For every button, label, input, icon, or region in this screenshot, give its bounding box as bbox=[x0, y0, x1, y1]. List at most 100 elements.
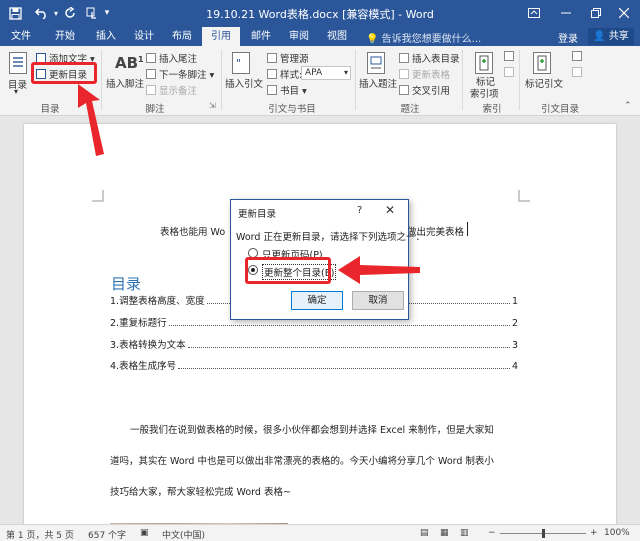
insert-caption-icon[interactable] bbox=[367, 52, 385, 74]
cross-reference-icon bbox=[399, 85, 409, 95]
ok-button[interactable]: 确定 bbox=[291, 291, 343, 310]
show-notes-label: 显示备注 bbox=[159, 86, 198, 97]
insert-footnote-label[interactable]: 插入脚注 bbox=[106, 76, 144, 90]
bibliography-button[interactable]: 书目 ▾ bbox=[267, 83, 307, 97]
footnotes-group-label: 脚注 bbox=[145, 104, 165, 115]
mark-entry-label-2[interactable]: 索引项 bbox=[470, 86, 499, 100]
margin-mark-top-right bbox=[518, 190, 530, 202]
insert-table-of-figures-button[interactable]: 插入表目录 bbox=[399, 51, 460, 65]
close-icon[interactable] bbox=[606, 0, 640, 26]
table-of-contents-icon[interactable] bbox=[9, 52, 27, 74]
manage-sources-button[interactable]: 管理源 bbox=[267, 51, 309, 65]
tab-file[interactable]: 文件 bbox=[4, 28, 38, 46]
citation-style-value: APA bbox=[305, 68, 323, 78]
zoom-in-icon[interactable]: + bbox=[590, 528, 598, 538]
help-icon[interactable]: ? bbox=[357, 205, 362, 216]
zoom-level[interactable]: 100% bbox=[604, 528, 630, 538]
read-mode-icon[interactable]: ▤ bbox=[420, 528, 429, 538]
ribbon-display-options-icon[interactable] bbox=[516, 0, 552, 26]
mark-citation-icon[interactable] bbox=[533, 52, 551, 74]
redo-icon[interactable] bbox=[62, 4, 78, 22]
undo-icon[interactable] bbox=[32, 4, 52, 22]
cancel-button[interactable]: 取消 bbox=[352, 291, 404, 310]
mark-entry-icon[interactable] bbox=[475, 52, 493, 74]
toa-refresh-icon bbox=[572, 67, 582, 77]
update-table-label: 更新表格 bbox=[412, 70, 451, 81]
toc-entry-text: 2.重复标题行 bbox=[110, 318, 167, 329]
customize-toolbar-icon[interactable]: ▾ bbox=[102, 4, 112, 22]
language[interactable]: 中文(中国) bbox=[162, 528, 205, 541]
next-footnote-label: 下一条脚注 bbox=[159, 70, 207, 81]
toc-entry-text: 1.调整表格高度、宽度 bbox=[110, 296, 205, 307]
citation-style-select[interactable]: APA ▾ bbox=[301, 66, 351, 80]
dialog-message: Word 正在更新目录，请选择下列选项之一： bbox=[236, 232, 425, 243]
document-canvas[interactable]: 表格也能用 Wo 做出完美表格 目录 1.调整表格高度、宽度 1 2.重复标题行 2… bbox=[0, 116, 640, 524]
lightbulb-icon: 💡 bbox=[366, 34, 379, 45]
tell-me-text: 告诉我您想要做什么... bbox=[381, 34, 482, 45]
index-doc-icon bbox=[504, 51, 514, 61]
word-count[interactable]: 657 个字 bbox=[88, 528, 126, 541]
tab-view[interactable]: 视图 bbox=[320, 28, 354, 46]
annotation-highlight-entire-option bbox=[245, 257, 331, 284]
tab-insert[interactable]: 插入 bbox=[89, 28, 123, 46]
touch-mode-icon[interactable] bbox=[84, 4, 100, 22]
proofing-icon[interactable]: ▣ bbox=[140, 528, 149, 538]
toc-leader bbox=[178, 368, 510, 369]
toc-dropdown-icon[interactable]: ▾ bbox=[14, 87, 18, 96]
manage-sources-label: 管理源 bbox=[280, 54, 309, 65]
insert-caption-label[interactable]: 插入题注 bbox=[359, 76, 397, 90]
insert-citation-icon[interactable]: " bbox=[232, 52, 250, 74]
sign-in-link[interactable]: 登录 bbox=[558, 30, 578, 45]
toc-entry[interactable]: 4.表格生成序号 4 bbox=[110, 358, 518, 372]
bibliography-icon bbox=[267, 85, 277, 95]
toc-entry[interactable]: 3.表格转换为文本 3 bbox=[110, 337, 518, 351]
page-count[interactable]: 第 1 页，共 5 页 bbox=[6, 528, 74, 541]
print-layout-icon[interactable]: ▦ bbox=[440, 528, 449, 538]
body-paragraph-line: 一般我们在说到做表格的时候，很多小伙伴都会想到并选择 Excel 来制作，但是大… bbox=[130, 425, 494, 436]
tab-references[interactable]: 引用 bbox=[202, 27, 240, 46]
tab-review[interactable]: 审阅 bbox=[282, 28, 316, 46]
update-table-button[interactable]: 更新表格 bbox=[399, 67, 450, 81]
next-footnote-icon bbox=[146, 69, 156, 79]
tab-layout[interactable]: 布局 bbox=[165, 28, 199, 46]
citations-group-label: 引文与书目 bbox=[268, 104, 316, 115]
mark-citation-label[interactable]: 标记引文 bbox=[525, 76, 563, 90]
body-paragraph-line: 技巧给大家，帮大家轻松完成 Word 表格~ bbox=[110, 487, 291, 498]
style-icon bbox=[267, 69, 277, 79]
index-refresh-icon bbox=[504, 67, 514, 77]
document-page[interactable]: 表格也能用 Wo 做出完美表格 目录 1.调整表格高度、宽度 1 2.重复标题行 2… bbox=[24, 124, 616, 524]
tab-home[interactable]: 开始 bbox=[48, 28, 82, 46]
annotation-arrow-left bbox=[338, 256, 420, 284]
show-notes-button[interactable]: 显示备注 bbox=[146, 83, 197, 97]
next-footnote-button[interactable]: 下一条脚注 ▾ bbox=[146, 67, 214, 81]
table-of-figures-icon bbox=[399, 53, 409, 63]
group-divider bbox=[519, 50, 520, 110]
text-cursor bbox=[467, 222, 468, 236]
zoom-out-icon[interactable]: − bbox=[488, 528, 496, 538]
zoom-slider-thumb[interactable] bbox=[542, 529, 545, 538]
insert-toa-icon[interactable] bbox=[572, 51, 585, 63]
update-index-icon[interactable] bbox=[504, 67, 517, 79]
undo-dropdown-icon[interactable]: ▾ bbox=[51, 4, 61, 22]
update-toa-icon[interactable] bbox=[572, 67, 585, 79]
insert-endnote-button[interactable]: 插入尾注 bbox=[146, 51, 197, 65]
close-icon[interactable]: ✕ bbox=[385, 203, 395, 217]
tab-design[interactable]: 设计 bbox=[127, 28, 161, 46]
tab-mailings[interactable]: 邮件 bbox=[244, 28, 278, 46]
toa-doc-icon bbox=[572, 51, 582, 61]
group-divider bbox=[462, 50, 463, 110]
insert-citation-label[interactable]: 插入引文 bbox=[225, 76, 263, 90]
collapse-ribbon-icon[interactable]: ⌃ bbox=[624, 101, 632, 111]
cross-reference-button[interactable]: 交叉引用 bbox=[399, 83, 450, 97]
dialog-title: 更新目录 bbox=[238, 209, 277, 220]
insert-index-icon[interactable] bbox=[504, 51, 517, 63]
save-icon[interactable] bbox=[6, 4, 24, 22]
footnotes-launcher-icon[interactable]: ⇲ bbox=[209, 101, 216, 110]
web-layout-icon[interactable]: ▥ bbox=[460, 528, 469, 538]
tell-me-box[interactable]: 💡 告诉我您想要做什么... bbox=[366, 30, 481, 45]
ribbon-tabs: 文件 开始 插入 设计 布局 引用 邮件 审阅 视图 💡 告诉我您想要做什么..… bbox=[0, 26, 640, 46]
status-bar: 第 1 页，共 5 页 657 个字 ▣ 中文(中国) ▤ ▦ ▥ − + 10… bbox=[0, 524, 640, 541]
insert-footnote-icon[interactable]: AB1 bbox=[115, 54, 144, 72]
body-paragraph-line: 道吗，其实在 Word 中也是可以做出非常漂亮的表格的。今天小编将分享几个 Wo… bbox=[110, 456, 494, 467]
share-button[interactable]: 👤 共享 bbox=[588, 28, 634, 45]
